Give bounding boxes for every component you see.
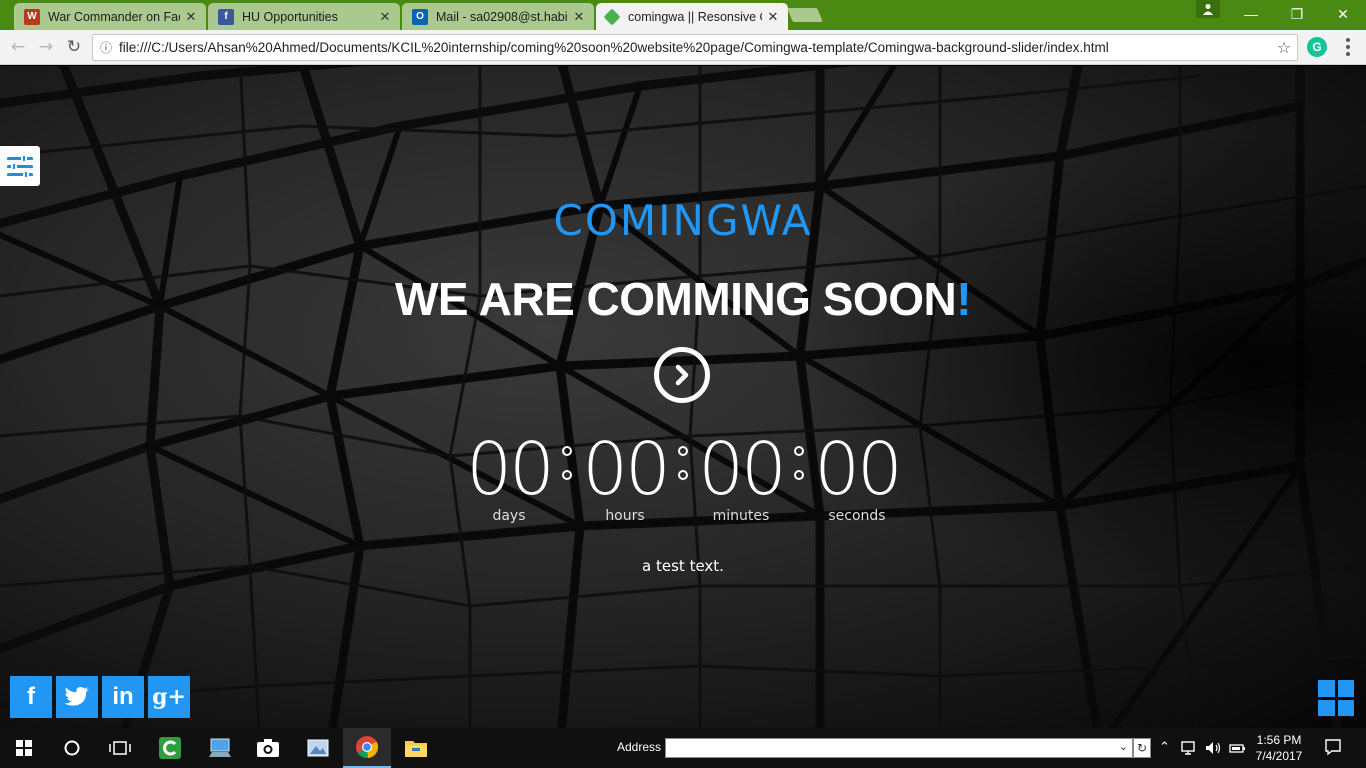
tab-war-commander[interactable]: W War Commander on Face ✕ xyxy=(14,3,206,30)
computer-icon xyxy=(209,738,231,757)
start-button[interactable] xyxy=(0,728,48,768)
back-button[interactable]: ← xyxy=(6,35,30,59)
address-toolbar-label: Address xyxy=(617,740,662,754)
countdown-days: 00 days xyxy=(462,428,556,524)
info-icon[interactable]: ⓘ xyxy=(93,39,119,56)
camtasia-icon xyxy=(159,737,181,759)
taskbar-app-camera[interactable] xyxy=(244,728,292,768)
restore-button[interactable]: ❐ xyxy=(1274,0,1320,28)
chevron-right-icon xyxy=(675,364,689,386)
tab-mail[interactable]: O Mail - sa02908@st.habib ✕ xyxy=(402,3,594,30)
camera-icon xyxy=(257,739,279,757)
countdown-separator xyxy=(672,428,694,510)
taskbar-app-camtasia[interactable] xyxy=(146,728,194,768)
twitter-icon xyxy=(64,687,89,706)
taskbar-app-photos[interactable] xyxy=(294,728,342,768)
cortana-circle-icon xyxy=(64,740,80,756)
headline-text: WE ARE COMMING SOON xyxy=(394,273,957,325)
address-go-button[interactable]: ↻ xyxy=(1133,738,1151,758)
network-icon[interactable] xyxy=(1181,740,1199,760)
page-subtext: a test text. xyxy=(642,557,724,575)
countdown-value: 00 xyxy=(698,427,787,511)
url-text[interactable]: file:///C:/Users/Ahsan%20Ahmed/Documents… xyxy=(119,40,1271,55)
close-icon[interactable]: ✕ xyxy=(184,9,198,25)
countdown-hours: 00 hours xyxy=(578,428,672,524)
countdown-separator xyxy=(556,428,578,510)
war-commander-icon: W xyxy=(24,8,40,25)
taskbar-app-file-explorer[interactable] xyxy=(392,728,440,768)
site-logo: COMINGWA xyxy=(553,196,813,245)
new-tab-button[interactable] xyxy=(787,8,823,22)
headline-exclamation: ! xyxy=(956,273,972,325)
browser-menu-button[interactable] xyxy=(1340,36,1356,58)
countdown-value: 00 xyxy=(814,427,903,511)
countdown-value: 00 xyxy=(582,427,671,511)
task-view-button[interactable] xyxy=(96,728,144,768)
tab-title: comingwa || Resonsive C xyxy=(628,9,762,24)
clock-time: 1:56 PM xyxy=(1256,733,1302,747)
tab-comingwa[interactable]: comingwa || Resonsive C ✕ xyxy=(596,3,788,30)
social-links: f in g+ xyxy=(10,676,190,718)
browser-tab-strip: W War Commander on Face ✕ f HU Opportuni… xyxy=(0,0,1366,30)
close-icon[interactable]: ✕ xyxy=(572,9,586,25)
countdown-seconds: 00 seconds xyxy=(810,428,904,524)
linkedin-link[interactable]: in xyxy=(102,676,144,718)
grammarly-extension-icon[interactable]: G xyxy=(1307,37,1327,57)
google-plus-link[interactable]: g+ xyxy=(148,676,190,718)
forward-button[interactable]: → xyxy=(34,35,58,59)
tab-hu-opportunities[interactable]: f HU Opportunities ✕ xyxy=(208,3,400,30)
countdown-timer: 00 days 00 hours 00 minutes 00 seconds xyxy=(0,428,1366,524)
page-headline: WE ARE COMMING SOON! xyxy=(0,272,1366,326)
chevron-down-icon[interactable]: ⌄ xyxy=(1119,740,1128,753)
google-plus-icon: g+ xyxy=(152,684,186,710)
close-icon[interactable]: ✕ xyxy=(378,9,392,25)
windows-logo-icon xyxy=(16,740,32,756)
action-center-icon[interactable] xyxy=(1324,738,1342,760)
cortana-button[interactable] xyxy=(48,728,96,768)
clock-date: 7/4/2017 xyxy=(1255,749,1303,763)
tab-title: HU Opportunities xyxy=(242,9,338,24)
close-icon[interactable]: ✕ xyxy=(766,9,780,25)
tab-title: Mail - sa02908@st.habib xyxy=(436,9,568,24)
close-window-button[interactable]: ✕ xyxy=(1320,0,1366,28)
next-arrow-button[interactable] xyxy=(654,347,710,403)
facebook-icon: f xyxy=(27,683,35,710)
linkedin-icon: in xyxy=(112,683,134,710)
browser-toolbar: ← → ↻ ⓘ file:///C:/Users/Ahsan%20Ahmed/D… xyxy=(0,30,1366,65)
battery-icon[interactable] xyxy=(1228,740,1246,760)
windows-taskbar: Address ⌄ ↻ ⌃ 1:56 PM 7/4/2017 xyxy=(0,728,1366,768)
address-bar[interactable]: ⓘ file:///C:/Users/Ahsan%20Ahmed/Documen… xyxy=(92,34,1298,61)
reload-button[interactable]: ↻ xyxy=(62,35,86,59)
page-viewport: COMINGWA WE ARE COMMING SOON! 00 days 00… xyxy=(0,66,1366,728)
comingwa-icon xyxy=(603,8,621,25)
settings-panel-toggle[interactable] xyxy=(0,146,40,186)
system-clock[interactable]: 1:56 PM 7/4/2017 xyxy=(1250,732,1308,764)
task-view-icon xyxy=(109,741,131,755)
taskbar-app-chrome[interactable] xyxy=(343,728,391,768)
tab-title: War Commander on Face xyxy=(48,9,180,24)
taskbar-app-this-pc[interactable] xyxy=(196,728,244,768)
facebook-icon: f xyxy=(218,8,234,25)
photo-viewer-icon xyxy=(307,739,329,757)
volume-icon[interactable] xyxy=(1204,740,1222,760)
gallery-grid-button[interactable] xyxy=(1318,680,1354,716)
twitter-link[interactable] xyxy=(56,676,98,718)
facebook-link[interactable]: f xyxy=(10,676,52,718)
countdown-separator xyxy=(788,428,810,510)
countdown-value: 00 xyxy=(466,427,555,511)
chrome-icon xyxy=(356,736,379,759)
bookmark-star-icon[interactable]: ☆ xyxy=(1271,38,1297,57)
profile-icon[interactable] xyxy=(1196,0,1220,18)
folder-icon xyxy=(405,741,427,757)
address-toolbar-input[interactable]: ⌄ xyxy=(665,738,1133,758)
minimize-button[interactable]: — xyxy=(1228,0,1274,28)
show-hidden-icons-button[interactable]: ⌃ xyxy=(1159,740,1170,755)
outlook-icon: O xyxy=(412,8,428,25)
countdown-minutes: 00 minutes xyxy=(694,428,788,524)
